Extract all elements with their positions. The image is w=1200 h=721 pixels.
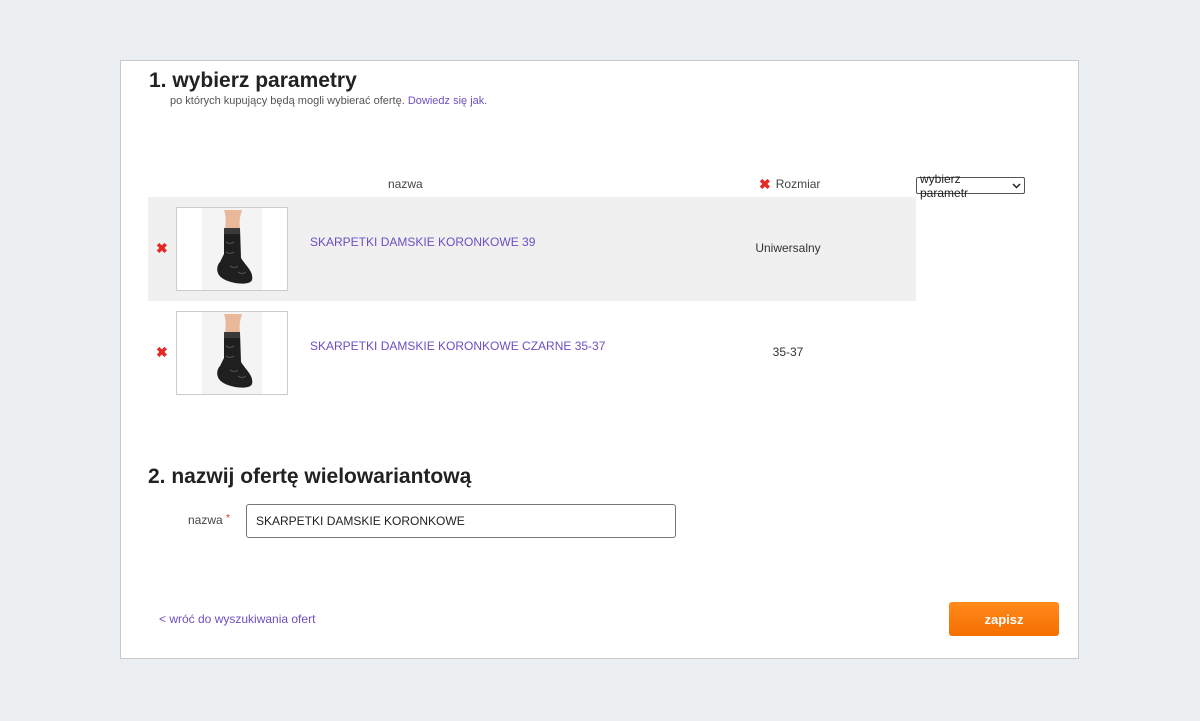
column-header-param-label: Rozmiar bbox=[775, 177, 821, 191]
learn-more-link[interactable]: Dowiedz się jak. bbox=[408, 95, 487, 107]
product-thumbnail bbox=[176, 207, 288, 291]
save-button[interactable]: zapisz bbox=[949, 602, 1059, 636]
param-value: 35-37 bbox=[772, 345, 804, 359]
section1-title: 1. wybierz parametry bbox=[149, 69, 357, 92]
offer-name-input[interactable] bbox=[246, 504, 676, 538]
sock-image-icon bbox=[202, 312, 262, 394]
product-thumbnail bbox=[176, 311, 288, 395]
remove-row-icon[interactable]: ✖ bbox=[156, 345, 168, 359]
section1-subtitle-text: po których kupujący będą mogli wybierać … bbox=[170, 95, 405, 107]
param-value: Uniwersalny bbox=[755, 241, 821, 255]
section1-subtitle: po których kupujący będą mogli wybierać … bbox=[170, 95, 487, 107]
remove-row-icon[interactable]: ✖ bbox=[156, 241, 168, 255]
table-row: ✖ SKARPETKI DAMSKIE KORONKOWE 39 Uniwers… bbox=[148, 197, 916, 301]
section2-title: 2. nazwij ofertę wielowariantową bbox=[148, 465, 472, 488]
chevron-down-icon bbox=[1012, 181, 1021, 191]
product-link[interactable]: SKARPETKI DAMSKIE KORONKOWE 39 bbox=[310, 235, 535, 249]
back-to-search-link[interactable]: < wróć do wyszukiwania ofert bbox=[159, 612, 315, 626]
column-header-param: ✖ Rozmiar bbox=[759, 177, 820, 191]
required-mark: * bbox=[226, 513, 230, 524]
offer-name-label-text: nazwa bbox=[188, 513, 223, 527]
param-select-value: wybierz parametr bbox=[920, 171, 969, 200]
param-select[interactable]: wybierz parametr bbox=[916, 172, 1025, 200]
variant-offer-panel: 1. wybierz parametry po których kupujący… bbox=[120, 60, 1079, 659]
product-link[interactable]: SKARPETKI DAMSKIE KORONKOWE CZARNE 35-37 bbox=[310, 339, 605, 353]
offer-name-label: nazwa * bbox=[188, 513, 230, 527]
sock-image-icon bbox=[202, 208, 262, 290]
column-header-name: nazwa bbox=[388, 177, 423, 191]
remove-param-icon[interactable]: ✖ bbox=[759, 177, 771, 191]
table-row: ✖ SKARPETKI DAMSKIE KORONKOWE CZARNE 35-… bbox=[148, 301, 916, 405]
